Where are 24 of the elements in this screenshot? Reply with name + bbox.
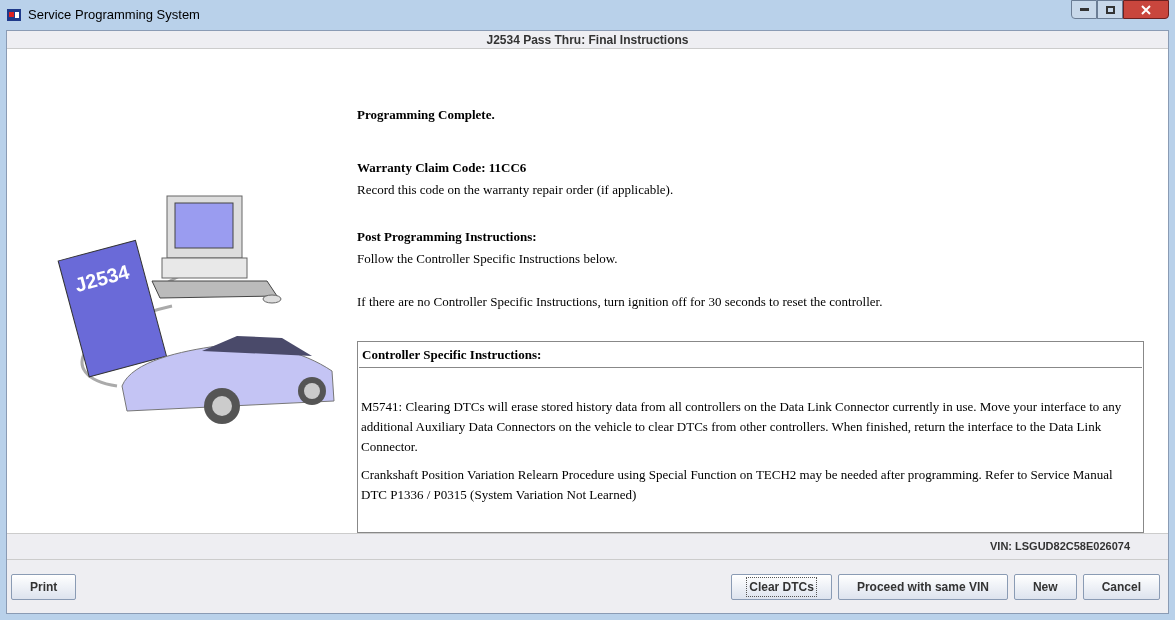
app-icon: [6, 7, 22, 23]
dialog-button[interactable]: New: [1013, 573, 1077, 600]
instruction-paragraph: Crankshaft Position Variation Relearn Procedure using Special Function on TECH2 may be needed after programming. Refer to Service Manual DTC P1336 / P0315 (System Variation Not Learned): [361, 465, 1114, 504]
panel-title: Controller Specific Instructions:: [359, 343, 1142, 368]
dialog-button[interactable]: Print: [11, 573, 77, 600]
minimize-icon: [1079, 8, 1089, 11]
maximize-button[interactable]: [1097, 0, 1123, 19]
maximize-icon: [1105, 5, 1115, 14]
post-programming-text: Follow the Controller Specific Instructions below.: [357, 250, 619, 268]
window-title: Service Programming System: [28, 6, 200, 25]
post-programming-note: If there are no Controller Specific Instructions, turn ignition off for 30 seconds to reset the controller.: [357, 292, 884, 311]
dialog-button[interactable]: Proceed with same VIN: [837, 573, 1008, 600]
warranty-heading: Warranty Claim Code: 11CC6: [357, 158, 528, 177]
close-button[interactable]: [1123, 0, 1169, 19]
dialog-button[interactable]: Clear DTCs: [731, 573, 832, 600]
minimize-button[interactable]: [1071, 0, 1097, 19]
close-icon: [1141, 4, 1151, 15]
status-heading: Programming Complete.: [357, 106, 496, 124]
instruction-paragraph: M5741: Clearing DTCs will erase stored history data from all controllers on the Data Link Connector currently in use. Move your interface to any additional Auxiliary Data Connectors on the vehicle to clear DTCs from other controllers. When finished, return the interface to the Data Link Connector.: [361, 397, 1123, 456]
pass-thru-illustration-drawing: J2534: [42, 186, 342, 436]
warranty-text: Record this code on the warranty repair order (if applicable).: [357, 181, 675, 199]
post-programming-heading: Post Programming Instructions:: [357, 227, 538, 246]
vin-label: VIN: LSGUD82C58E026074: [990, 539, 1130, 555]
dialog-button[interactable]: Cancel: [1082, 573, 1160, 600]
